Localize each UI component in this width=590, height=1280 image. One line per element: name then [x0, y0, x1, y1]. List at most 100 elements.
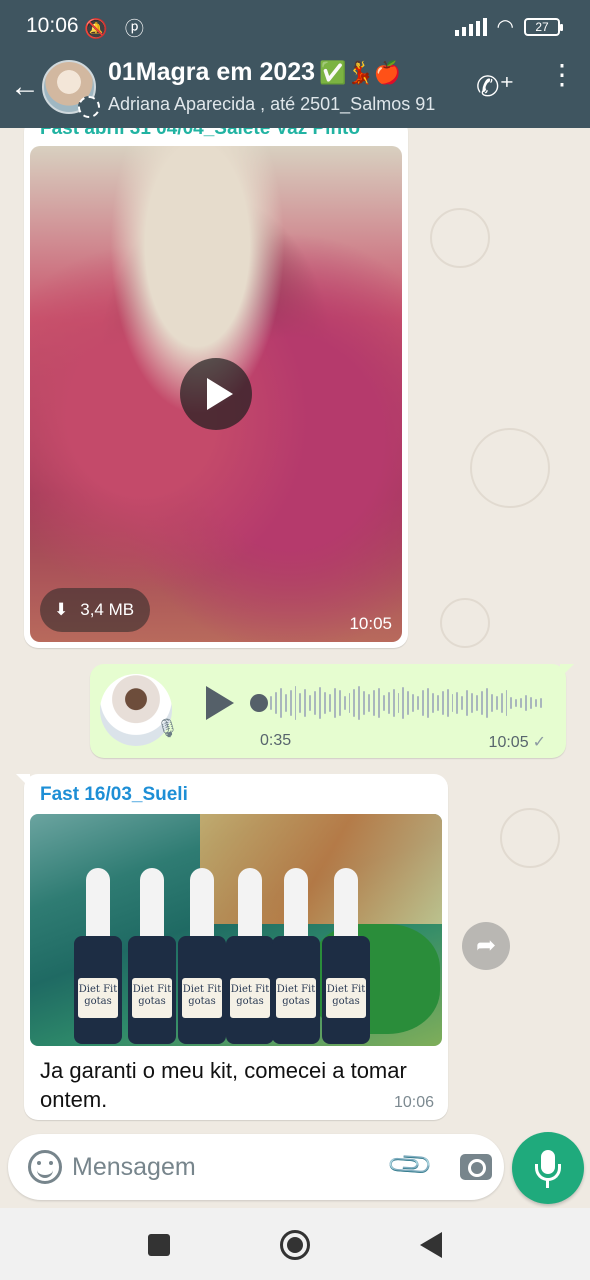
- waveform-bar: [314, 691, 317, 715]
- signal-icon: [454, 17, 487, 36]
- waveform-bar: [304, 689, 307, 717]
- emoji-icon[interactable]: [28, 1150, 62, 1184]
- chat-participants[interactable]: Adriana Aparecida , até 2501_Salmos 91: [108, 94, 458, 115]
- bottle: Diet Fit gotas: [320, 868, 372, 1044]
- waveform-bar: [412, 694, 415, 712]
- waveform-bar: [373, 690, 375, 716]
- waveform-bar: [505, 690, 508, 716]
- waveform-bar: [471, 693, 474, 713]
- wallpaper-doodle: [500, 808, 560, 868]
- system-back-icon[interactable]: [420, 1232, 442, 1258]
- recents-icon[interactable]: [148, 1234, 170, 1256]
- message-sender[interactable]: Fast abril 31 04/04_Salete Vaz Pinto: [40, 128, 360, 140]
- chat-area[interactable]: Fast abril 31 04/04_Salete Vaz Pinto ⬇ 3…: [0, 128, 590, 1136]
- waveform-bar: [490, 694, 493, 712]
- waveform-bar: [500, 693, 503, 713]
- waveform-bar: [333, 688, 336, 718]
- waveform-bar: [466, 690, 469, 716]
- community-badge-icon: [78, 96, 100, 118]
- wallpaper-doodle: [470, 428, 550, 508]
- voice-record-button[interactable]: [512, 1132, 584, 1204]
- download-size: 3,4 MB: [80, 600, 135, 619]
- home-icon[interactable]: [280, 1230, 310, 1260]
- waveform-bar: [476, 695, 478, 711]
- waveform-bar: [417, 696, 420, 710]
- waveform-bar: [480, 691, 483, 715]
- message-time: 10:05 ✓: [489, 732, 546, 752]
- bottle-label: Diet Fit gotas: [78, 978, 118, 1018]
- system-nav-bar: [0, 1208, 590, 1280]
- waveform-bar: [510, 697, 513, 709]
- waveform-bar: [377, 688, 380, 718]
- message-composer: 📎: [8, 1134, 504, 1200]
- mic-icon: 🎙: [156, 718, 179, 738]
- wifi-icon: ◠: [496, 16, 514, 38]
- waveform-bar: [407, 691, 410, 715]
- waveform-bar: [520, 698, 523, 708]
- status-right: ◠ 27: [454, 14, 563, 39]
- download-icon: ⬇: [54, 600, 69, 619]
- waveform-bar: [323, 692, 326, 714]
- waveform-bar: [515, 699, 518, 707]
- waveform-bar: [294, 686, 297, 720]
- message-image[interactable]: Fast 16/03_Sueli Diet Fit gotas Diet Fit…: [16, 774, 448, 1120]
- waveform-bar: [368, 694, 371, 712]
- waveform-bar: [279, 688, 282, 718]
- bottle-label: Diet Fit gotas: [276, 978, 316, 1018]
- bottle: Diet Fit gotas: [224, 868, 276, 1044]
- back-arrow-icon[interactable]: ←: [10, 70, 40, 104]
- message-time: 10:05: [349, 614, 392, 633]
- add-call-icon[interactable]: ✆⁺: [476, 70, 514, 103]
- status-bar: 10:06 🔕 ⓟ ◠ 27: [0, 0, 590, 52]
- image-photo[interactable]: Diet Fit gotas Diet Fit gotas Diet Fit g…: [30, 814, 442, 1046]
- waveform-bar: [289, 690, 292, 716]
- bottle: Diet Fit gotas: [126, 868, 178, 1044]
- waveform-bar: [382, 695, 385, 711]
- bottle-label: Diet Fit gotas: [132, 978, 172, 1018]
- download-button[interactable]: ⬇ 3,4 MB: [40, 588, 151, 632]
- waveform-bar: [525, 695, 528, 711]
- waveform-bar: [284, 694, 287, 712]
- more-options-icon[interactable]: ⋮: [548, 61, 576, 89]
- waveform-bar: [456, 692, 459, 714]
- waveform-bar: [436, 695, 439, 711]
- attach-icon[interactable]: 📎: [385, 1140, 436, 1191]
- chat-title[interactable]: 01Magra em 2023 ✅💃🍎: [108, 58, 401, 87]
- waveform-bar: [348, 693, 351, 713]
- status-time: 10:06: [26, 14, 79, 37]
- play-icon[interactable]: [180, 358, 252, 430]
- message-time-text: 10:05: [488, 734, 529, 751]
- chat-title-text: 01Magra em 2023: [108, 58, 316, 86]
- waveform-bar: [461, 696, 464, 710]
- waveform-bar: [358, 686, 361, 720]
- waveform-bar: [328, 694, 331, 712]
- waveform-bar: [431, 693, 434, 713]
- wallpaper-doodle: [430, 208, 490, 268]
- voice-waveform[interactable]: [270, 680, 542, 726]
- voice-play-icon[interactable]: [206, 686, 234, 720]
- waveform-bar: [338, 690, 341, 716]
- waveform-bar: [427, 688, 429, 718]
- waveform-bar: [353, 689, 356, 717]
- waveform-bar: [534, 699, 537, 707]
- battery-level: 27: [535, 19, 549, 34]
- waveform-bar: [309, 695, 312, 711]
- message-sender[interactable]: Fast 16/03_Sueli: [40, 784, 188, 806]
- waveform-bar: [274, 692, 277, 714]
- forward-icon[interactable]: ➦: [462, 922, 510, 970]
- bottle-label: Diet Fit gotas: [182, 978, 222, 1018]
- message-voice[interactable]: 🎙 0:35 10:05 ✓: [90, 664, 574, 758]
- bottle-label: Diet Fit gotas: [326, 978, 366, 1018]
- top-bar: 10:06 🔕 ⓟ ◠ 27 ← 01Magra em 2023 ✅💃🍎 Adri…: [0, 0, 590, 128]
- message-input[interactable]: [72, 1146, 372, 1188]
- voice-duration: 0:35: [260, 732, 292, 749]
- wallpaper-doodle: [440, 598, 490, 648]
- video-thumbnail[interactable]: ⬇ 3,4 MB 10:05: [30, 146, 402, 642]
- camera-icon[interactable]: [460, 1154, 492, 1180]
- waveform-bar: [402, 687, 405, 719]
- message-video[interactable]: Fast abril 31 04/04_Salete Vaz Pinto ⬇ 3…: [24, 128, 408, 648]
- bottle: Diet Fit gotas: [72, 868, 124, 1044]
- waveform-bar: [319, 687, 321, 719]
- sent-check-icon: ✓: [532, 734, 546, 751]
- voice-seek-handle[interactable]: [250, 694, 268, 712]
